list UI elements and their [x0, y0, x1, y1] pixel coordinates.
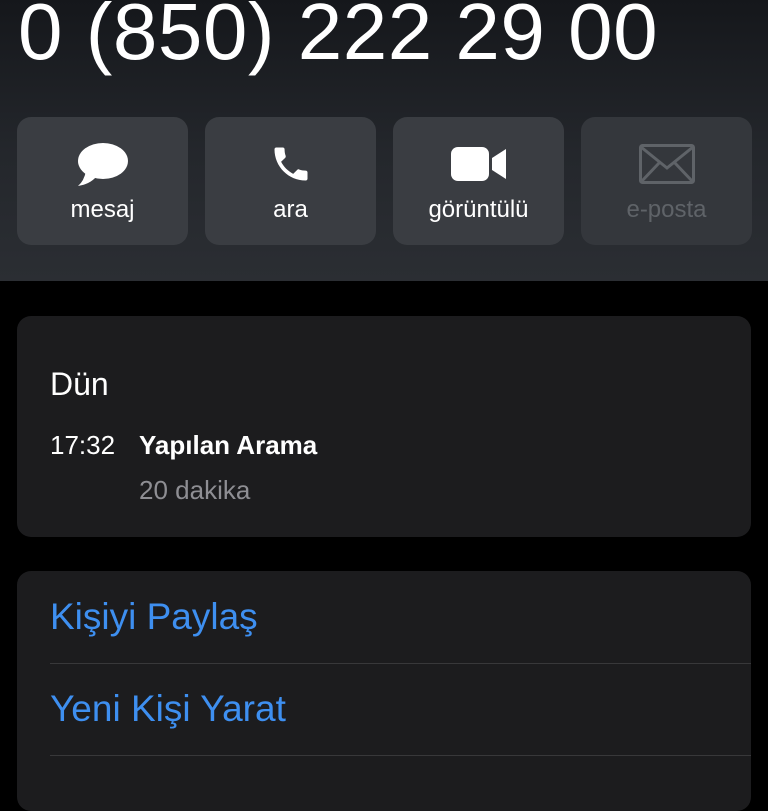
- call-button-label: ara: [273, 196, 308, 223]
- message-button[interactable]: mesaj: [17, 117, 188, 245]
- share-contact-button[interactable]: Kişiyi Paylaş: [50, 571, 751, 663]
- action-buttons: mesaj ara görüntülü e-posta: [17, 117, 752, 245]
- video-camera-icon: [393, 141, 564, 187]
- phone-number: 0 (850) 222 29 00: [18, 0, 659, 76]
- email-button[interactable]: e-posta: [581, 117, 752, 245]
- message-button-label: mesaj: [70, 196, 135, 223]
- call-duration: 20 dakika: [139, 475, 251, 505]
- message-bubble-icon: [17, 141, 188, 187]
- create-new-contact-button[interactable]: Yeni Kişi Yarat: [50, 663, 751, 755]
- call-button[interactable]: ara: [205, 117, 376, 245]
- contact-options-card: Kişiyi Paylaş Yeni Kişi Yarat: [17, 571, 751, 811]
- video-button[interactable]: görüntülü: [393, 117, 564, 245]
- video-button-label: görüntülü: [428, 196, 529, 223]
- call-time: 17:32: [50, 430, 116, 460]
- envelope-icon: [581, 141, 752, 187]
- call-history-card: Dün 17:32 Yapılan Arama 20 dakika: [17, 316, 751, 537]
- divider: [50, 755, 751, 756]
- call-type: Yapılan Arama: [139, 430, 318, 460]
- call-history-day: Dün: [50, 366, 109, 402]
- contact-header: 0 (850) 222 29 00 mesaj ara görüntülü e-…: [0, 0, 768, 281]
- email-button-label: e-posta: [626, 196, 707, 223]
- phone-icon: [205, 141, 376, 187]
